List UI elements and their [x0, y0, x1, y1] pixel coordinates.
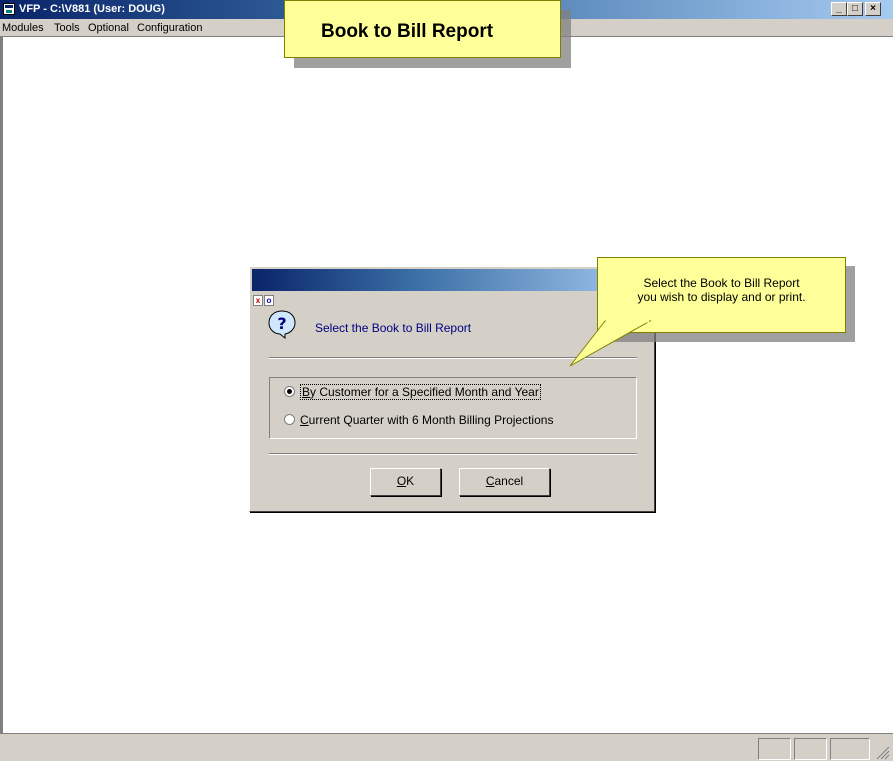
report-options-group: By Customer for a Specified Month and Ye…: [269, 377, 637, 439]
question-icon: ?: [268, 310, 296, 339]
close-button[interactable]: ×: [865, 2, 881, 16]
tip-callout-line-1: Select the Book to Bill Report: [643, 276, 800, 290]
minimize-button[interactable]: _: [831, 2, 847, 16]
option-by-customer[interactable]: By Customer for a Specified Month and Ye…: [284, 384, 541, 400]
window-title: VFP - C:\V881 (User: DOUG): [19, 3, 165, 15]
resize-grip-icon[interactable]: [874, 744, 890, 760]
menu-modules[interactable]: Modules: [2, 22, 44, 34]
dialog-close-icon[interactable]: x: [253, 295, 263, 306]
menu-optional[interactable]: Optional: [88, 22, 129, 34]
ok-button[interactable]: OK: [370, 468, 441, 496]
dialog-controls: xo: [253, 294, 275, 306]
menu-tools[interactable]: Tools: [54, 22, 80, 34]
dialog-prompt: Select the Book to Bill Report: [315, 321, 472, 335]
dialog-restore-icon[interactable]: o: [264, 295, 274, 306]
svg-text:?: ?: [277, 314, 286, 333]
divider: [269, 453, 637, 455]
option-label[interactable]: Current Quarter with 6 Month Billing Pro…: [300, 413, 553, 427]
cancel-button[interactable]: Cancel: [459, 468, 550, 496]
vfp-app-icon[interactable]: [3, 3, 15, 15]
radio-button[interactable]: [284, 386, 295, 397]
status-pane-2: [794, 738, 827, 760]
header-callout: Book to Bill Report: [284, 0, 561, 58]
header-callout-text: Book to Bill Report: [321, 21, 494, 42]
status-bar: [0, 733, 893, 761]
radio-button[interactable]: [284, 414, 295, 425]
callout-pointer: [569, 320, 652, 367]
tip-callout-line-2: you wish to display and or print.: [637, 290, 806, 304]
maximize-button[interactable]: □: [847, 2, 863, 16]
dialog-title-bar[interactable]: [252, 269, 652, 291]
status-pane-3: [830, 738, 870, 760]
option-label[interactable]: By Customer for a Specified Month and Ye…: [300, 384, 541, 400]
option-current-quarter[interactable]: Current Quarter with 6 Month Billing Pro…: [284, 413, 553, 427]
status-pane-1: [758, 738, 791, 760]
select-report-dialog: xo ? Select the Book to Bill Report By C…: [249, 266, 655, 512]
menu-configuration[interactable]: Configuration: [137, 22, 202, 34]
